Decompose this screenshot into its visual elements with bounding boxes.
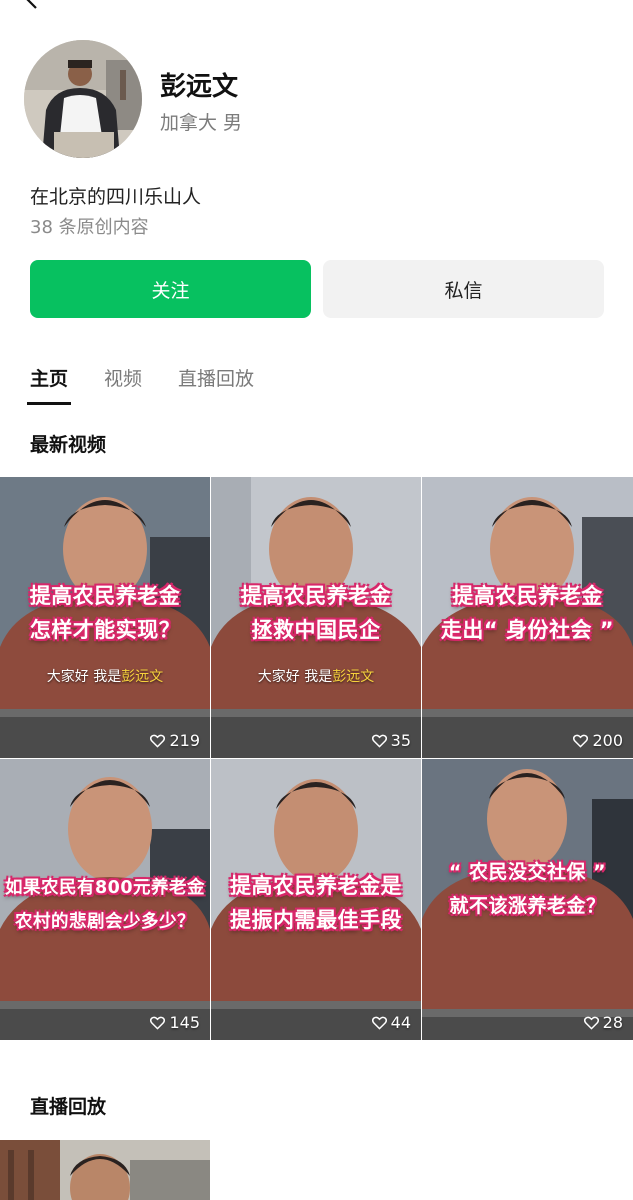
heart-icon [573, 734, 589, 748]
profile-location-gender: 加拿大 男 [160, 112, 243, 134]
like-count: 200 [573, 731, 623, 750]
video-caption: 提高农民养老金 怎样才能实现？ [29, 584, 181, 642]
like-count: 35 [371, 731, 411, 750]
video-subtitle: 大家好 我是彭远文 [257, 669, 375, 685]
original-content-count: 38 条原创内容 [30, 217, 149, 238]
tab-home[interactable]: 主页 [26, 364, 72, 405]
heart-icon [583, 1016, 599, 1030]
follow-button[interactable]: 关注 [30, 260, 311, 318]
latest-videos-heading: 最新视频 [30, 434, 107, 456]
like-count: 145 [150, 1013, 200, 1032]
video-caption: 提高农民养老金 拯救中国民企 [240, 584, 392, 642]
live-replay-heading: 直播回放 [30, 1096, 107, 1118]
like-count: 219 [150, 731, 200, 750]
video-caption: 如果农民有800元养老金 农村的悲剧会少多少？ [4, 878, 206, 932]
video-thumbnail[interactable]: 提高农民养老金是 提振内需最佳手段 44 [211, 759, 421, 1040]
video-thumbnail[interactable]: 提高农民养老金 怎样才能实现？ 大家好 我是彭远文 219 [0, 477, 210, 758]
video-caption: “ 农民没交社保 ” 就不该涨养老金？ [448, 861, 607, 917]
video-caption: 提高农民养老金 走出“ 身份社会 ” [440, 584, 615, 642]
heart-icon [150, 1016, 166, 1030]
video-subtitle: 大家好 我是彭远文 [46, 669, 164, 685]
video-grid: 提高农民养老金 怎样才能实现？ 大家好 我是彭远文 219 提高农民养老金 拯救… [0, 477, 633, 1040]
back-arrow-icon[interactable] [22, 0, 42, 10]
heart-icon [371, 734, 387, 748]
like-count: 44 [371, 1013, 411, 1032]
video-caption: 提高农民养老金是 提振内需最佳手段 [230, 874, 402, 932]
video-thumbnail[interactable]: 如果农民有800元养老金 农村的悲剧会少多少？ 145 [0, 759, 210, 1040]
video-thumbnail[interactable]: 提高农民养老金 走出“ 身份社会 ” 200 [422, 477, 633, 758]
tab-live-replay[interactable]: 直播回放 [178, 364, 254, 405]
video-thumbnail[interactable]: “ 农民没交社保 ” 就不该涨养老金？ 28 [422, 759, 633, 1040]
message-button[interactable]: 私信 [323, 260, 604, 318]
profile-bio: 在北京的四川乐山人 [30, 186, 202, 208]
profile-name: 彭远文 [160, 72, 239, 102]
live-replay-thumbnail[interactable] [0, 1140, 210, 1200]
like-count: 28 [583, 1013, 623, 1032]
heart-icon [371, 1016, 387, 1030]
profile-tabs: 主页 视频 直播回放 [26, 364, 290, 405]
avatar[interactable] [24, 40, 142, 158]
tab-videos[interactable]: 视频 [104, 364, 142, 405]
video-thumbnail[interactable]: 提高农民养老金 拯救中国民企 大家好 我是彭远文 35 [211, 477, 421, 758]
heart-icon [150, 734, 166, 748]
live-replay-frame [0, 1140, 210, 1200]
